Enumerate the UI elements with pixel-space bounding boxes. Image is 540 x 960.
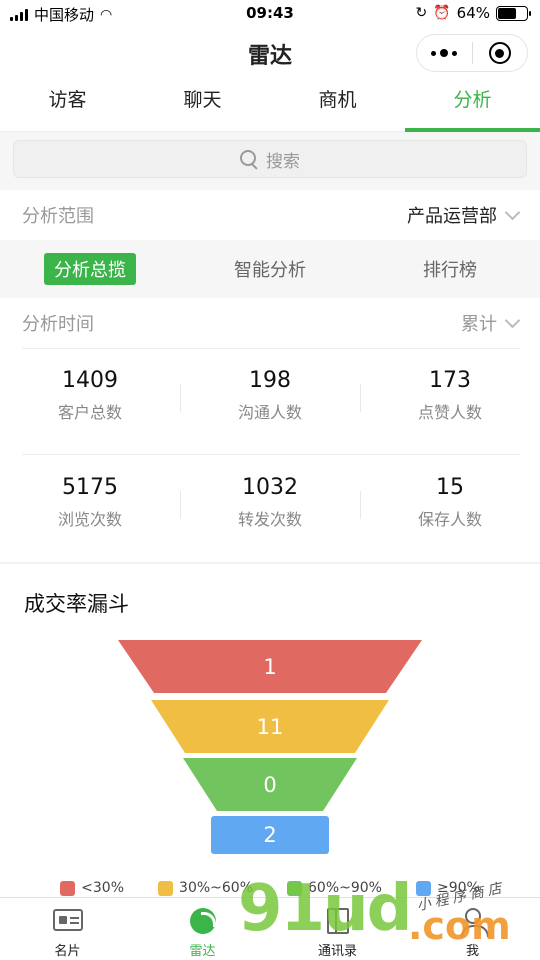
- search-icon: [240, 150, 258, 168]
- stat-value: 198: [249, 368, 291, 393]
- conversion-funnel-chart: 1 11 0 2: [0, 636, 540, 860]
- stat-label: 客户总数: [57, 403, 122, 422]
- chevron-down-icon: [504, 204, 521, 220]
- stat-value: 173: [429, 368, 471, 393]
- tab-chat[interactable]: 聊天: [135, 78, 270, 131]
- stats-row: 5175 浏览次数 1032 转发次数 15 保存人数: [0, 455, 540, 561]
- status-bar: 中国移动 ◠ 09:43 ↻ ⏰ 64%: [0, 0, 540, 28]
- tabbar-label: 雷达: [189, 944, 216, 959]
- subtab-smart-analysis[interactable]: 智能分析: [180, 253, 360, 285]
- stat-label: 点赞人数: [417, 403, 482, 422]
- stat-saves: 15 保存人数: [360, 455, 540, 561]
- stat-contacted: 198 沟通人数: [180, 348, 360, 454]
- analysis-subtabs: 分析总揽 智能分析 排行榜: [0, 240, 540, 298]
- lock-rotation-icon: ↻: [415, 5, 428, 21]
- chevron-down-icon: [504, 312, 521, 328]
- legend-item: 60%~90%: [287, 880, 382, 896]
- more-button[interactable]: [417, 35, 472, 71]
- search-area: 搜索: [0, 132, 540, 190]
- stat-forwards: 1032 转发次数: [180, 455, 360, 561]
- scope-value: 产品运营部: [407, 206, 497, 227]
- stat-label: 沟通人数: [237, 403, 302, 422]
- tabbar-radar[interactable]: 雷达: [135, 898, 270, 960]
- battery-percent: 64%: [456, 4, 490, 22]
- tabbar-label: 名片: [54, 944, 81, 959]
- stat-value: 5175: [62, 475, 118, 500]
- stat-views: 5175 浏览次数: [0, 455, 180, 561]
- me-icon: [457, 906, 489, 937]
- card-icon: [52, 906, 84, 936]
- subtab-overview[interactable]: 分析总揽: [0, 253, 180, 285]
- legend-item: <30%: [60, 880, 124, 896]
- stat-value: 1409: [62, 368, 118, 393]
- target-icon: [488, 42, 511, 64]
- legend-item: 30%~60%: [158, 880, 253, 896]
- tabbar-card[interactable]: 名片: [0, 898, 135, 960]
- battery-icon: [496, 5, 531, 21]
- stat-likes: 173 点赞人数: [360, 348, 540, 454]
- radar-icon: [187, 906, 219, 936]
- funnel-value: 11: [256, 715, 284, 739]
- search-placeholder: 搜索: [266, 151, 300, 172]
- legend-label: 30%~60%: [179, 880, 253, 896]
- subtab-ranking[interactable]: 排行榜: [360, 253, 540, 285]
- time-value: 累计: [461, 314, 497, 335]
- scope-row[interactable]: 分析范围 产品运营部: [0, 190, 540, 240]
- time-filter-row[interactable]: 分析时间 累计: [0, 298, 540, 348]
- tabbar-label: 我: [465, 944, 479, 959]
- legend-label: ≥90%: [436, 880, 480, 896]
- stat-label: 浏览次数: [57, 510, 122, 529]
- funnel-value: 0: [263, 773, 277, 797]
- more-dots-icon: [431, 49, 458, 57]
- stat-label: 保存人数: [417, 510, 482, 529]
- navigation-bar: 雷达: [0, 28, 540, 78]
- funnel-title: 成交率漏斗: [24, 592, 129, 616]
- legend-item: ≥90%: [415, 880, 480, 896]
- top-tabs: 访客 聊天 商机 分析: [0, 78, 540, 132]
- subtab-smart-analysis-label: 智能分析: [234, 260, 306, 281]
- tabbar-contacts[interactable]: 通讯录: [270, 898, 405, 960]
- subtab-ranking-label: 排行榜: [423, 260, 477, 281]
- search-input[interactable]: 搜索: [13, 140, 527, 178]
- funnel-value: 2: [263, 823, 277, 847]
- subtab-overview-label: 分析总揽: [44, 253, 136, 285]
- close-miniprogram-button[interactable]: [473, 35, 528, 71]
- tabbar-me[interactable]: 我: [405, 898, 540, 960]
- tab-visitors[interactable]: 访客: [0, 78, 135, 131]
- tab-analysis[interactable]: 分析: [405, 78, 540, 132]
- stat-value: 15: [436, 475, 464, 500]
- section-gap: [0, 562, 540, 564]
- funnel-value: 1: [263, 655, 277, 679]
- legend-label: 60%~90%: [308, 880, 382, 896]
- scope-label: 分析范围: [22, 206, 94, 227]
- mini-program-capsule: [416, 34, 528, 72]
- alarm-icon: ⏰: [433, 5, 451, 21]
- time-label: 分析时间: [22, 314, 94, 335]
- legend-label: <30%: [81, 880, 125, 896]
- stat-label: 转发次数: [237, 510, 302, 529]
- stats-row: 1409 客户总数 198 沟通人数 173 点赞人数: [0, 348, 540, 454]
- stat-value: 1032: [242, 475, 298, 500]
- stat-customers: 1409 客户总数: [0, 348, 180, 454]
- tabbar-label: 通讯录: [317, 944, 357, 959]
- funnel-legend: <30% 30%~60% 60%~90% ≥90%: [0, 880, 540, 896]
- tab-opportunities[interactable]: 商机: [270, 78, 405, 131]
- contacts-icon: [322, 906, 354, 936]
- bottom-tab-bar: 名片 雷达 通讯录 我: [0, 897, 540, 960]
